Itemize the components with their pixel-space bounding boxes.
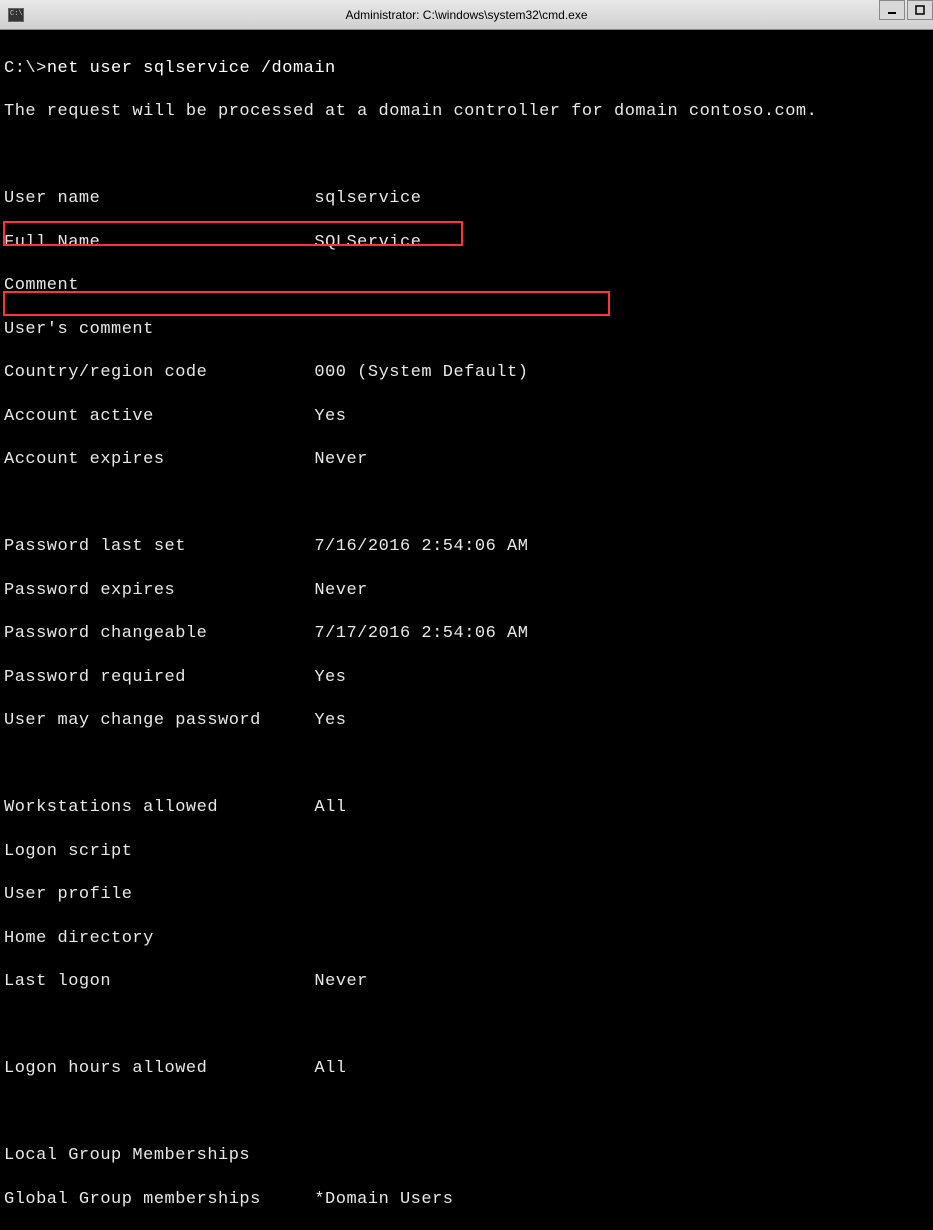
logon-hours-row: Logon hours allowed All bbox=[4, 1058, 929, 1080]
local-group-row: Local Group Memberships bbox=[4, 1145, 929, 1167]
window-titlebar: Administrator: C:\windows\system32\cmd.e… bbox=[0, 0, 933, 30]
blank-line bbox=[4, 493, 929, 515]
blank-line bbox=[4, 1102, 929, 1124]
window-controls bbox=[877, 0, 933, 22]
home-directory-row: Home directory bbox=[4, 928, 929, 950]
password-changeable-row: Password changeable 7/17/2016 2:54:06 AM bbox=[4, 623, 929, 645]
password-required-row: Password required Yes bbox=[4, 667, 929, 689]
user-profile-row: User profile bbox=[4, 884, 929, 906]
password-last-set-row: Password last set 7/16/2016 2:54:06 AM bbox=[4, 536, 929, 558]
full-name-row: Full Name SQLService bbox=[4, 232, 929, 254]
global-group-row: Global Group memberships *Domain Users bbox=[4, 1189, 929, 1211]
blank-line bbox=[4, 754, 929, 776]
workstations-row: Workstations allowed All bbox=[4, 797, 929, 819]
blank-line bbox=[4, 1015, 929, 1037]
comment-row: Comment bbox=[4, 275, 929, 297]
window-title: Administrator: C:\windows\system32\cmd.e… bbox=[345, 8, 587, 22]
processing-message: The request will be processed at a domai… bbox=[4, 101, 929, 123]
users-comment-row: User's comment bbox=[4, 319, 929, 341]
user-may-change-row: User may change password Yes bbox=[4, 710, 929, 732]
command-line: C:\>net user sqlservice /domain bbox=[4, 58, 929, 80]
last-logon-row: Last logon Never bbox=[4, 971, 929, 993]
terminal-output[interactable]: C:\>net user sqlservice /domain The requ… bbox=[0, 30, 933, 1230]
password-expires-row: Password expires Never bbox=[4, 580, 929, 602]
user-name-row: User name sqlservice bbox=[4, 188, 929, 210]
logon-script-row: Logon script bbox=[4, 841, 929, 863]
minimize-button[interactable] bbox=[879, 0, 905, 20]
account-active-row: Account active Yes bbox=[4, 406, 929, 428]
maximize-button[interactable] bbox=[907, 0, 933, 20]
country-region-row: Country/region code 000 (System Default) bbox=[4, 362, 929, 384]
cmd-icon bbox=[8, 8, 24, 22]
blank-line bbox=[4, 145, 929, 167]
account-expires-row: Account expires Never bbox=[4, 449, 929, 471]
